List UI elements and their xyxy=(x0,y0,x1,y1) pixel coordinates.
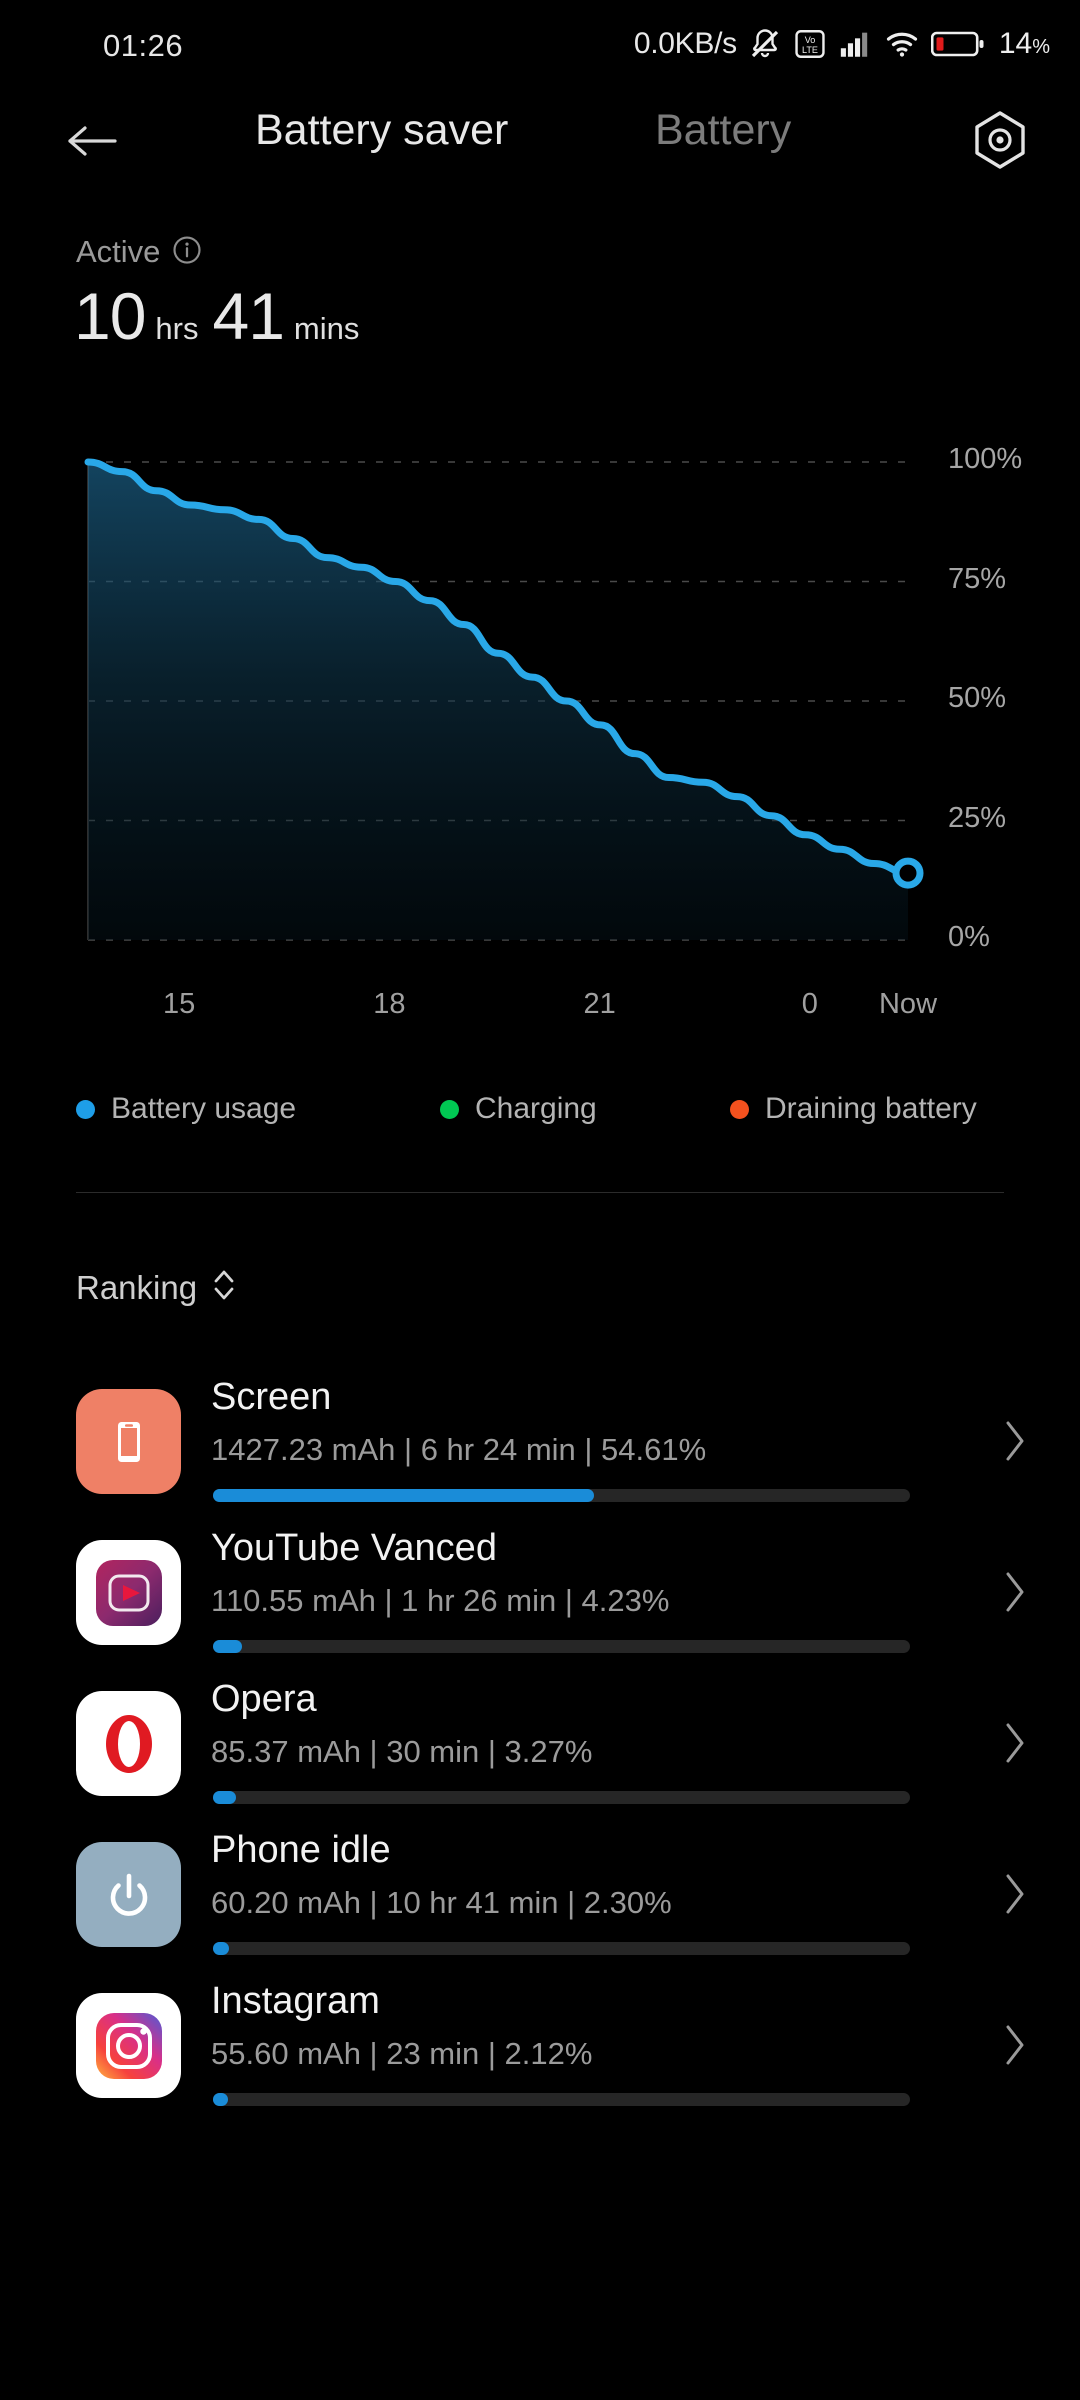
legend-color-dot xyxy=(730,1099,749,1119)
duration-hours-value: 10 xyxy=(74,279,146,353)
active-status-label: Active xyxy=(76,234,161,269)
app-usage-detail: 55.60 mAh | 23 min | 2.12% xyxy=(211,2036,593,2071)
app-usage-bar-fill xyxy=(213,1791,236,1804)
settings-hexagon-icon xyxy=(972,110,1028,175)
volte-icon: Vo LTE xyxy=(793,27,827,61)
legend-item: Battery usage xyxy=(76,1092,296,1126)
back-arrow-icon xyxy=(65,121,121,166)
app-name: Instagram xyxy=(211,1980,380,2022)
status-bar-clock: 01:26 xyxy=(103,28,184,63)
bell-muted-icon xyxy=(747,26,783,62)
y-axis-tick: 25% xyxy=(948,801,1007,834)
chevron-right-icon[interactable] xyxy=(1002,1418,1028,1469)
legend-item: Charging xyxy=(440,1092,597,1126)
app-name: YouTube Vanced xyxy=(211,1527,497,1569)
chart-x-axis-labels: 15 18 21 0 Now xyxy=(0,988,1080,1032)
chart-y-axis-labels: 100% 75% 50% 25% 0% xyxy=(948,440,1078,970)
x-axis-tick: 21 xyxy=(583,988,616,1020)
status-bar-icons: 0.0KB/s Vo LTE 14% xyxy=(634,26,1050,62)
duration-hours-unit: hrs xyxy=(155,311,199,346)
chevron-right-icon[interactable] xyxy=(1002,2022,1028,2073)
x-axis-tick: 18 xyxy=(373,988,406,1020)
app-usage-bar xyxy=(213,1489,910,1502)
network-speed-label: 0.0KB/s xyxy=(633,27,737,60)
duration-mins-value: 41 xyxy=(212,279,285,353)
x-axis-tick: 15 xyxy=(162,988,196,1020)
legend-item: Draining battery xyxy=(730,1092,977,1126)
battery-percent-symbol: % xyxy=(1032,36,1050,58)
app-usage-detail: 110.55 mAh | 1 hr 26 min | 4.23% xyxy=(211,1583,670,1618)
app-battery-row[interactable]: Screen 1427.23 mAh | 6 hr 24 min | 54.61% xyxy=(0,1368,1080,1519)
app-usage-bar-fill xyxy=(213,1640,243,1653)
app-usage-detail: 60.20 mAh | 10 hr 41 min | 2.30% xyxy=(211,1885,672,1920)
duration-mins-unit: mins xyxy=(293,311,360,346)
wifi-icon xyxy=(883,27,921,61)
chevron-right-icon[interactable] xyxy=(1002,1720,1028,1771)
app-usage-bar-fill xyxy=(213,2093,228,2106)
y-axis-tick: 100% xyxy=(948,443,1023,475)
app-usage-bar xyxy=(213,1640,910,1653)
app-name: Opera xyxy=(211,1678,317,1720)
status-bar: 01:26 0.0KB/s Vo LTE 14% xyxy=(0,0,1080,92)
battery-duration: 10 hrs 41 mins xyxy=(74,278,373,354)
app-battery-list: Screen 1427.23 mAh | 6 hr 24 min | 54.61%… xyxy=(0,1368,1080,2123)
app-name: Screen xyxy=(211,1376,332,1418)
legend-label: Charging xyxy=(475,1092,597,1125)
app-usage-bar-fill xyxy=(213,1942,230,1955)
x-axis-tick: Now xyxy=(878,988,938,1020)
sort-updown-icon xyxy=(211,1268,237,1307)
app-battery-row[interactable]: Instagram 55.60 mAh | 23 min | 2.12% xyxy=(0,1972,1080,2123)
legend-color-dot xyxy=(76,1099,95,1119)
phone-idle-icon xyxy=(76,1842,181,1947)
ranking-label: Ranking xyxy=(76,1268,198,1306)
y-axis-tick: 50% xyxy=(948,682,1007,714)
x-axis-tick: 0 xyxy=(801,988,818,1020)
battery-icon xyxy=(930,29,985,59)
chart-legend: Battery usage Charging Draining battery xyxy=(0,1092,1080,1140)
app-usage-bar-fill xyxy=(213,1489,594,1502)
legend-color-dot xyxy=(440,1099,459,1119)
battery-percent-label: 14% xyxy=(999,27,1050,61)
svg-text:LTE: LTE xyxy=(802,45,818,55)
chevron-right-icon[interactable] xyxy=(1002,1871,1028,1922)
app-header: Battery saver Battery xyxy=(0,92,1080,192)
app-usage-bar xyxy=(213,1791,910,1804)
tab-battery[interactable]: Battery xyxy=(655,106,791,155)
battery-history-chart xyxy=(0,440,1080,970)
app-battery-row[interactable]: Phone idle 60.20 mAh | 10 hr 41 min | 2.3… xyxy=(0,1821,1080,1972)
y-axis-tick: 0% xyxy=(948,921,990,953)
app-name: Phone idle xyxy=(211,1829,391,1871)
section-divider xyxy=(76,1192,1004,1193)
app-usage-detail: 1427.23 mAh | 6 hr 24 min | 54.61% xyxy=(211,1432,707,1467)
legend-label: Battery usage xyxy=(111,1092,297,1125)
app-battery-row[interactable]: Opera 85.37 mAh | 30 min | 3.27% xyxy=(0,1670,1080,1821)
instagram-icon xyxy=(76,1993,181,2098)
app-usage-bar xyxy=(213,1942,910,1955)
app-usage-detail: 85.37 mAh | 30 min | 3.27% xyxy=(211,1734,593,1769)
y-axis-tick: 75% xyxy=(948,562,1007,595)
back-button[interactable] xyxy=(64,114,122,172)
signal-bars-icon xyxy=(837,27,873,61)
active-status-row: Active xyxy=(76,234,202,270)
ranking-sort-control[interactable]: Ranking xyxy=(76,1268,237,1307)
battery-percent-value: 14 xyxy=(998,27,1033,60)
svg-text:Vo: Vo xyxy=(805,35,816,45)
tab-battery-saver[interactable]: Battery saver xyxy=(255,106,508,155)
app-usage-bar xyxy=(213,2093,910,2106)
legend-label: Draining battery xyxy=(765,1092,977,1125)
settings-button[interactable] xyxy=(968,110,1032,174)
app-battery-row[interactable]: YouTube Vanced 110.55 mAh | 1 hr 26 min |… xyxy=(0,1519,1080,1670)
battery-chart-svg xyxy=(84,458,924,941)
screen-icon xyxy=(76,1389,181,1494)
opera-icon xyxy=(76,1691,181,1796)
chevron-right-icon[interactable] xyxy=(1002,1569,1028,1620)
youtube-vanced-icon xyxy=(76,1540,181,1645)
info-icon[interactable] xyxy=(172,235,202,270)
